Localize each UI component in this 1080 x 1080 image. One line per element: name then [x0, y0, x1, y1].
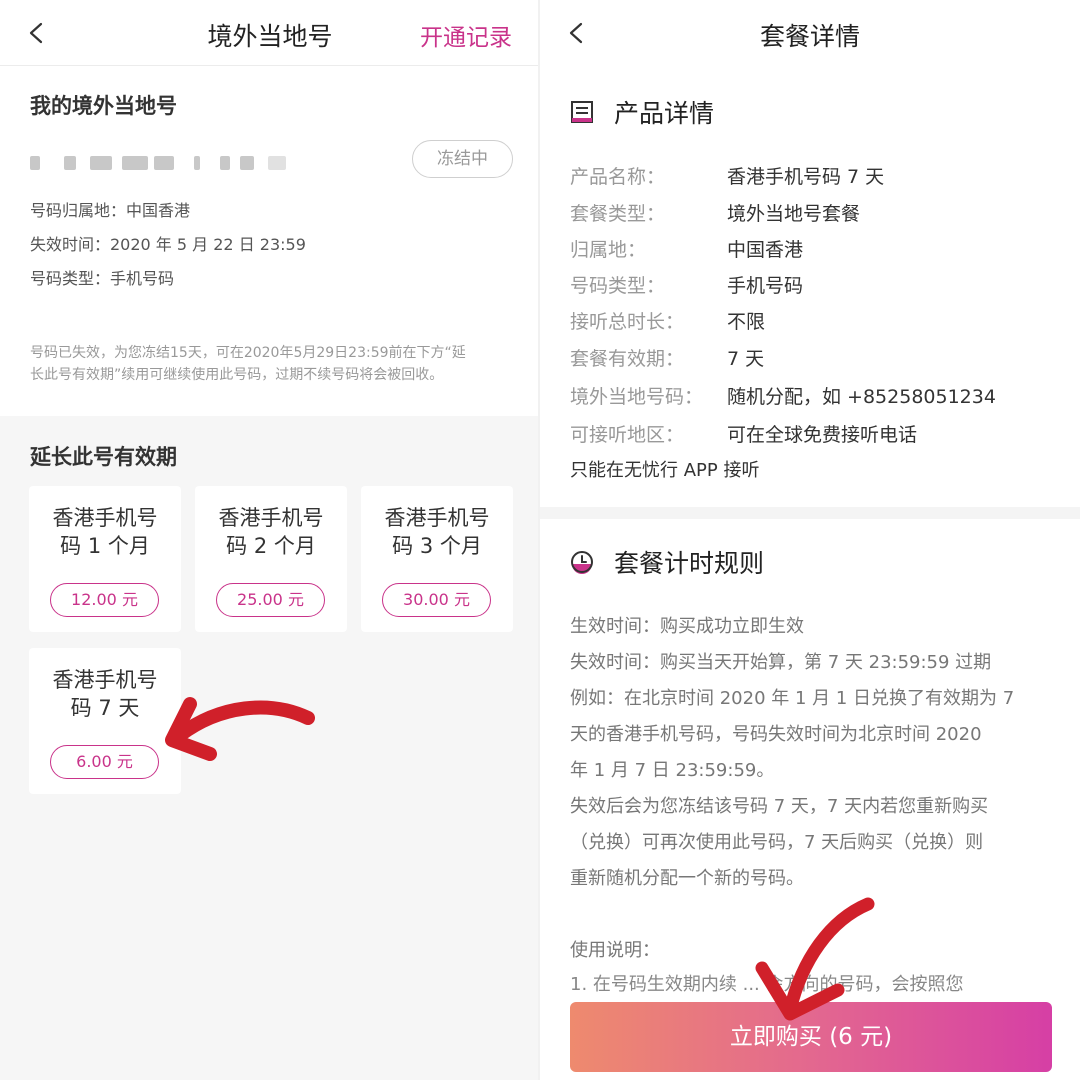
rule-line: 例如：在北京时间 2020 年 1 月 1 日兑换了有效期为 7 — [570, 688, 1015, 709]
package-card-3-months[interactable]: 香港手机号 码 3 个月 30.00 元 — [361, 486, 513, 632]
rule-line: 生效时间：购买成功立即生效 — [570, 616, 804, 637]
rule-line: （兑换）可再次使用此号码，7 天后购买（兑换）则 — [570, 832, 984, 853]
detail-value: 不限 — [727, 311, 766, 333]
rule-line: 失效后会为您冻结该号码 7 天，7 天内若您重新购买 — [570, 796, 989, 817]
package-card-1-month[interactable]: 香港手机号 码 1 个月 12.00 元 — [29, 486, 181, 632]
extend-section-title: 延长此号有效期 — [30, 445, 177, 469]
notice-line: 长此号有效期”续用可继续使用此号码，过期不续号码将会被回收。 — [30, 367, 444, 383]
my-number-title: 我的境外当地号 — [30, 94, 177, 118]
detail-label: 套餐有效期： — [570, 348, 685, 370]
header-bar: 套餐详情 — [540, 0, 1080, 66]
product-details-title: 产品详情 — [614, 99, 715, 128]
status-badge: 冻结中 — [412, 140, 513, 178]
rule-line: 失效时间：购买当天开始算，第 7 天 23:59:59 过期 — [570, 652, 992, 673]
detail-value: 随机分配，如 +85258051234 — [727, 386, 996, 408]
detail-label: 归属地： — [570, 239, 647, 261]
package-price: 30.00 元 — [382, 583, 491, 617]
rule-line: 重新随机分配一个新的号码。 — [570, 868, 804, 889]
package-name: 香港手机号 码 7 天 — [52, 668, 158, 720]
billing-rules-title: 套餐计时规则 — [614, 549, 765, 578]
billing-rules-text: 生效时间：购买成功立即生效 失效时间：购买当天开始算，第 7 天 23:59:5… — [570, 609, 1056, 897]
detail-value: 7 天 — [727, 348, 765, 370]
package-card-7-days[interactable]: 香港手机号 码 7 天 6.00 元 — [29, 648, 181, 794]
buy-now-button[interactable]: 立即购买 (6 元) — [570, 1002, 1052, 1072]
left-screen: 境外当地号 开通记录 我的境外当地号 冻结中 号码归属地：中国香港 失效时间：2… — [0, 0, 540, 1080]
masked-phone-number — [30, 152, 286, 176]
package-name: 香港手机号 码 2 个月 — [218, 506, 324, 558]
detail-label: 套餐类型： — [570, 203, 666, 225]
detail-label: 境外当地号码： — [570, 386, 704, 408]
detail-label: 产品名称： — [570, 166, 666, 188]
info-number-type: 号码类型：手机号码 — [30, 269, 175, 288]
package-price: 12.00 元 — [50, 583, 159, 617]
detail-value: 境外当地号套餐 — [727, 203, 861, 225]
rule-line: 天的香港手机号码，号码失效时间为北京时间 2020 — [570, 724, 982, 745]
header-bar: 境外当地号 开通记录 — [0, 0, 540, 66]
billing-rules-header: 套餐计时规则 — [570, 544, 764, 580]
detail-label: 接听总时长： — [570, 311, 685, 333]
open-records-link[interactable]: 开通记录 — [420, 18, 512, 52]
clock-icon — [571, 551, 593, 574]
notice-line: 号码已失效，为您冻结15天，可在2020年5月29日23:59前在下方“延 — [30, 345, 466, 361]
detail-value: 手机号码 — [727, 275, 804, 297]
expiry-notice: 号码已失效，为您冻结15天，可在2020年5月29日23:59前在下方“延 长此… — [30, 342, 520, 386]
page-title: 套餐详情 — [759, 22, 860, 51]
detail-value: 可在全球免费接听电话 — [727, 424, 918, 446]
document-list-icon — [571, 101, 593, 123]
detail-value: 香港手机号码 7 天 — [727, 166, 885, 188]
usage-title: 使用说明： — [570, 940, 660, 961]
package-price: 25.00 元 — [216, 583, 325, 617]
product-details-header: 产品详情 — [570, 94, 714, 130]
info-expiry: 失效时间：2020 年 5 月 22 日 23:59 — [30, 235, 306, 254]
right-screen: 套餐详情 产品详情 产品名称： 香港手机号码 7 天 套餐类型： 境外当地号套餐… — [540, 0, 1080, 1080]
package-name: 香港手机号 码 3 个月 — [384, 506, 490, 558]
package-price: 6.00 元 — [50, 745, 159, 779]
detail-value: 中国香港 — [727, 239, 804, 261]
package-card-2-months[interactable]: 香港手机号 码 2 个月 25.00 元 — [195, 486, 347, 632]
detail-label: 号码类型： — [570, 275, 666, 297]
rule-line: 年 1 月 7 日 23:59:59。 — [570, 760, 775, 781]
detail-label: 可接听地区： — [570, 424, 685, 446]
app-only-note: 只能在无忧行 APP 接听 — [570, 460, 760, 481]
info-location: 号码归属地：中国香港 — [30, 201, 191, 220]
section-divider — [540, 507, 1080, 519]
package-name: 香港手机号 码 1 个月 — [52, 506, 158, 558]
usage-text-partial: 1. 在号码生效期内续 ... 会方向的号码，会按照您 — [570, 974, 964, 995]
